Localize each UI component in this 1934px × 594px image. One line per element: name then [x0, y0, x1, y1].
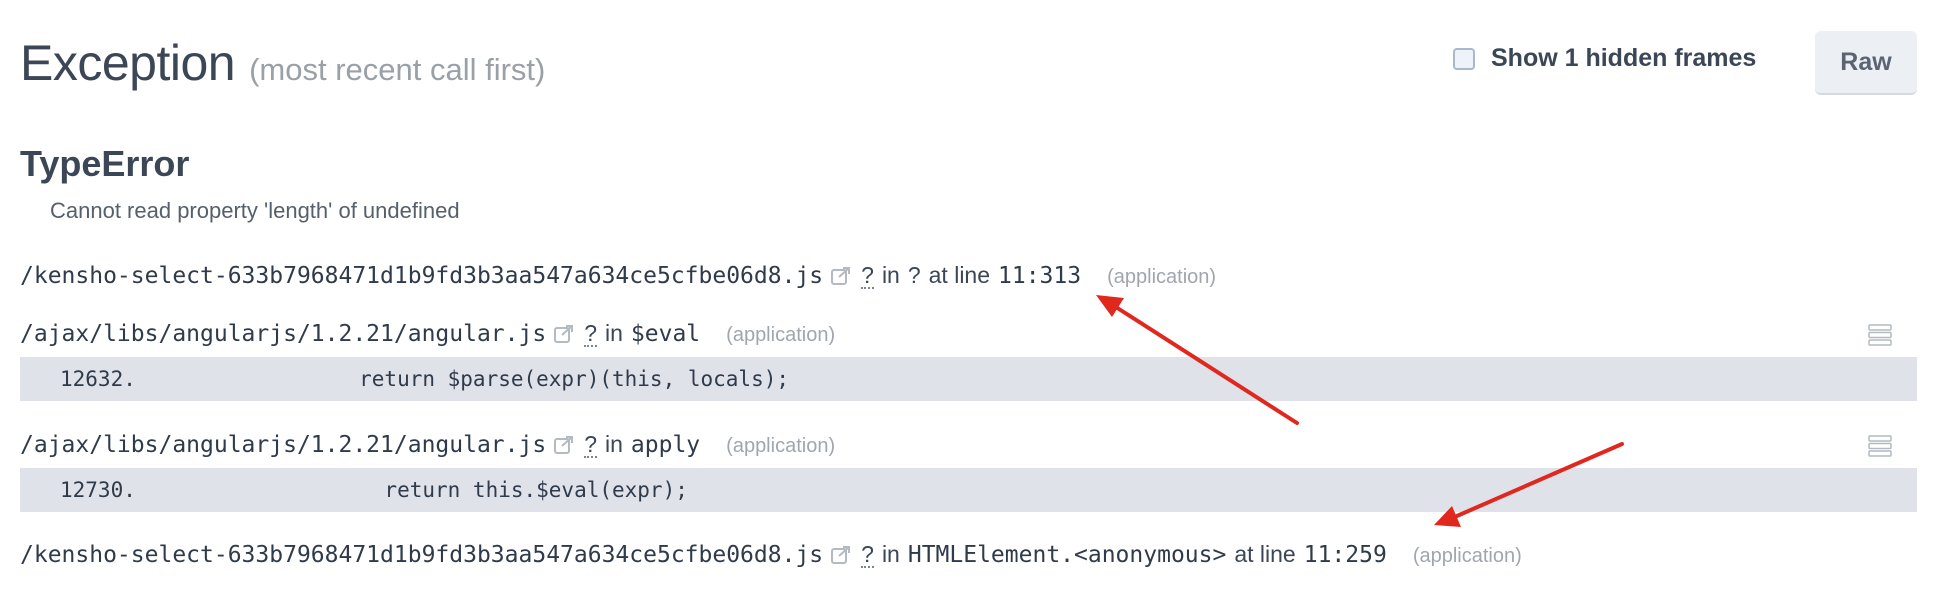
frame-filename: /ajax/libs/angularjs/1.2.21/angular.js: [20, 321, 547, 347]
code-line-number: 12730.: [60, 478, 136, 502]
frame-filename: /ajax/libs/angularjs/1.2.21/angular.js: [20, 432, 547, 458]
frame-function: ?: [907, 262, 921, 288]
stack-menu-icon[interactable]: [1868, 324, 1892, 346]
stack-frame: /ajax/libs/angularjs/1.2.21/angular.js ?…: [20, 431, 835, 458]
frame-tag: (application): [1107, 266, 1217, 288]
exception-header: Exception (most recent call first): [20, 34, 545, 92]
frame-in-label: in: [605, 431, 623, 457]
frame-filename: /kensho-select-633b7968471d1b9fd3b3aa547…: [20, 542, 824, 568]
frame-function: HTMLElement.<anonymous>: [907, 542, 1227, 568]
page-subtitle: (most recent call first): [249, 52, 546, 87]
frame-source-link[interactable]: ?: [584, 322, 597, 347]
frame-at-line-label: at line: [1234, 541, 1296, 567]
external-link-icon[interactable]: [831, 267, 851, 285]
external-link-icon[interactable]: [831, 546, 851, 564]
exception-type: TypeError: [20, 143, 190, 184]
stack-frame: /ajax/libs/angularjs/1.2.21/angular.js ?…: [20, 320, 835, 347]
page-title: Exception: [20, 35, 236, 91]
frame-in-label: in: [881, 262, 900, 288]
frame-function: $eval: [630, 321, 701, 347]
stack-frame: /kensho-select-633b7968471d1b9fd3b3aa547…: [20, 541, 1522, 568]
frame-tag: (application): [726, 324, 836, 346]
show-hidden-frames-toggle[interactable]: Show 1 hidden frames: [1453, 44, 1756, 73]
frame-tag: (application): [726, 435, 836, 457]
code-context-line: 12632. return $parse(expr)(this, locals)…: [20, 357, 1917, 401]
frame-source-link[interactable]: ?: [584, 433, 597, 458]
frame-line-col: 11:313: [998, 263, 1082, 289]
frame-line-col: 11:259: [1303, 542, 1387, 568]
frame-source-link[interactable]: ?: [861, 264, 874, 289]
checkbox-unchecked-icon[interactable]: [1453, 47, 1475, 70]
frame-filename: /kensho-select-633b7968471d1b9fd3b3aa547…: [20, 263, 824, 289]
show-hidden-frames-label[interactable]: Show 1 hidden frames: [1491, 44, 1756, 73]
stack-menu-icon[interactable]: [1868, 435, 1892, 457]
external-link-icon[interactable]: [554, 325, 574, 343]
frame-at-line-label: at line: [928, 262, 991, 288]
exception-message: Cannot read property 'length' of undefin…: [50, 198, 460, 223]
frame-function: apply: [630, 432, 701, 458]
code-text: return $parse(expr)(this, locals);: [258, 367, 790, 391]
frame-in-label: in: [605, 320, 623, 346]
frame-tag: (application): [1412, 545, 1522, 567]
stack-frame: /kensho-select-633b7968471d1b9fd3b3aa547…: [20, 262, 1216, 289]
raw-button[interactable]: Raw: [1815, 31, 1917, 95]
code-context-line: 12730. return this.$eval(expr);: [20, 468, 1917, 512]
code-text: return this.$eval(expr);: [258, 478, 688, 502]
external-link-icon[interactable]: [554, 436, 574, 454]
frame-source-link[interactable]: ?: [861, 543, 874, 568]
code-line-number: 12632.: [60, 367, 136, 391]
frame-in-label: in: [881, 541, 900, 567]
